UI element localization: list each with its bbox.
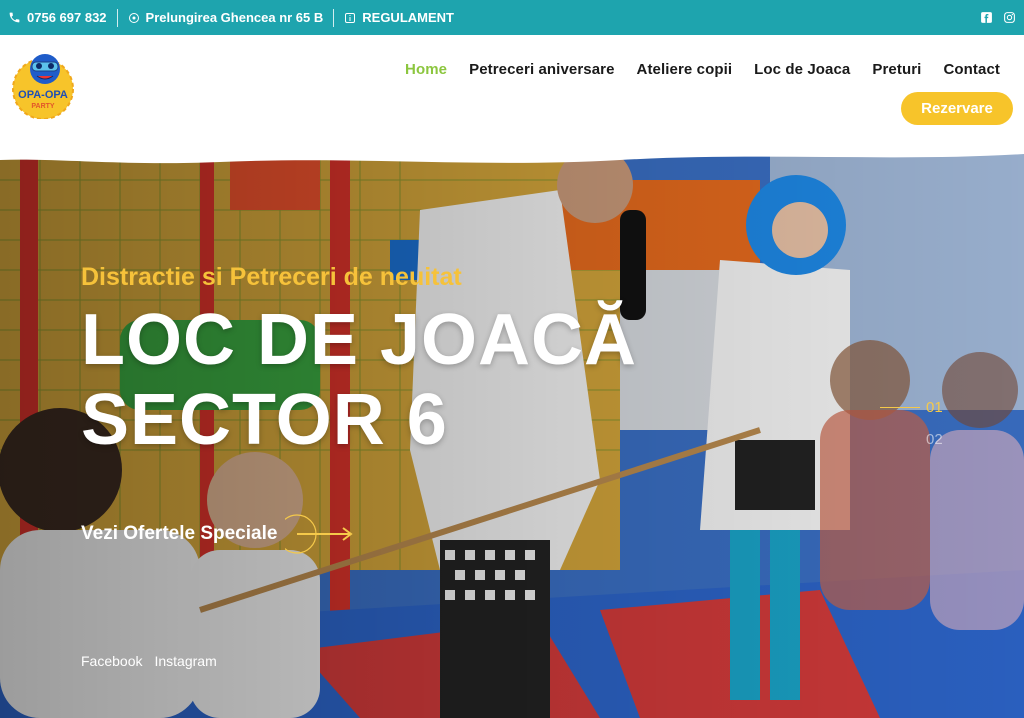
- rules-link[interactable]: REGULAMENT: [362, 10, 454, 25]
- slide-number-1[interactable]: 01: [926, 399, 943, 416]
- logo-subtext: PARTY: [31, 103, 55, 110]
- special-offers-label[interactable]: Vezi Ofertele Speciale: [81, 523, 277, 545]
- instagram-link[interactable]: Instagram: [154, 653, 216, 669]
- slide-indicator-2[interactable]: 02: [880, 428, 943, 450]
- logo-text: OPA-OPA: [18, 89, 68, 101]
- location-icon: [128, 12, 139, 23]
- topbar-social: [980, 11, 1016, 24]
- facebook-icon[interactable]: [980, 11, 993, 24]
- hero-section: Distractie si Petreceri de neuitat LOC D…: [0, 150, 1024, 718]
- phone-icon: [9, 12, 20, 23]
- phone-item[interactable]: 0756 697 832: [8, 10, 107, 25]
- hero-title-line-2: SECTOR 6: [81, 380, 448, 460]
- main-nav: Home Petreceri aniversare Ateliere copii…: [405, 61, 1000, 78]
- info-icon: [345, 12, 356, 23]
- reservation-button[interactable]: Rezervare: [901, 92, 1013, 125]
- slide-indicator-1[interactable]: 01: [880, 396, 943, 418]
- rules-item[interactable]: REGULAMENT: [344, 10, 454, 25]
- nav-loc-de-joaca[interactable]: Loc de Joaca: [754, 61, 850, 78]
- opa-opa-logo[interactable]: OPA-OPA PARTY: [11, 51, 75, 119]
- slide-pagination: 01 02: [880, 396, 943, 450]
- slide-active-bar: [880, 406, 920, 408]
- nav-home[interactable]: Home: [405, 61, 447, 78]
- divider: [333, 8, 335, 27]
- nav-contact[interactable]: Contact: [943, 61, 1000, 78]
- site-header: OPA-OPA PARTY Home Petreceri aniversare …: [0, 35, 1024, 160]
- phone-number[interactable]: 0756 697 832: [27, 10, 107, 25]
- special-offers-link[interactable]: Vezi Ofertele Speciale: [81, 512, 365, 556]
- nav-ateliere-copii[interactable]: Ateliere copii: [637, 61, 733, 78]
- nav-preturi[interactable]: Preturi: [872, 61, 921, 78]
- top-info-bar: 0756 697 832 Prelungirea Ghencea nr 65 B…: [0, 0, 1024, 35]
- hero-subtitle: Distractie si Petreceri de neuitat: [81, 263, 462, 291]
- nav-petreceri-aniversare[interactable]: Petreceri aniversare: [469, 61, 614, 78]
- divider: [116, 8, 118, 27]
- hero-title: LOC DE JOACĂ SECTOR 6: [81, 300, 637, 460]
- hero-social-links: Facebook Instagram: [81, 653, 217, 669]
- facebook-link[interactable]: Facebook: [81, 653, 142, 669]
- address-item: Prelungirea Ghencea nr 65 B: [128, 10, 324, 25]
- header-wave-divider: [0, 150, 1024, 164]
- slide-number-2[interactable]: 02: [926, 431, 943, 448]
- hero-title-line-1: LOC DE JOACĂ: [81, 300, 638, 380]
- instagram-icon[interactable]: [1003, 11, 1016, 24]
- address-text: Prelungirea Ghencea nr 65 B: [145, 10, 324, 25]
- arrow-right-icon[interactable]: [277, 512, 365, 556]
